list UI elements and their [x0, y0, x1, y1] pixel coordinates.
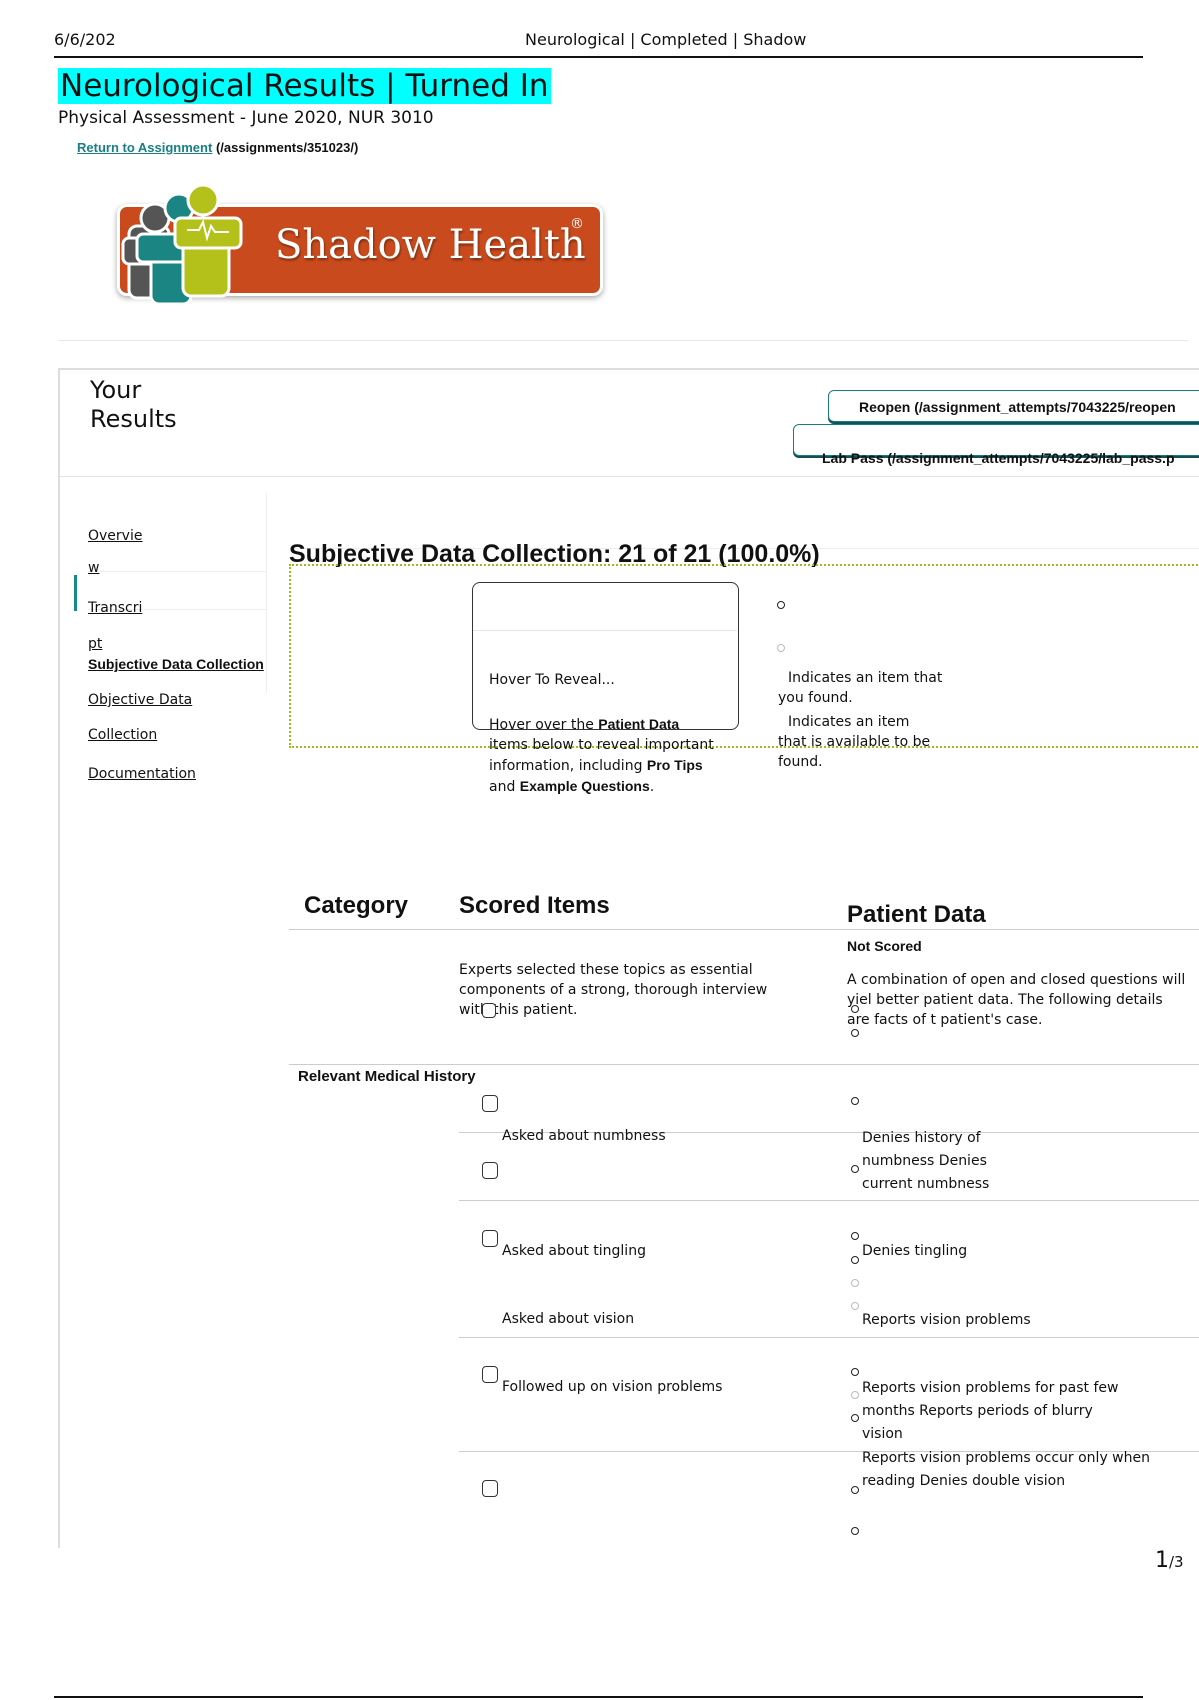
- logo-text: Shadow Health: [275, 222, 586, 268]
- hover-info-box: [472, 582, 739, 730]
- not-scored-label: Not Scored: [847, 938, 922, 954]
- scored-item: Asked about tingling: [502, 1243, 646, 1259]
- legend-found-text: Indicates an item that you found.: [778, 670, 943, 706]
- heading-line: Your: [90, 376, 142, 404]
- row-divider: [459, 1337, 1199, 1338]
- text: .: [649, 779, 655, 795]
- text-bold: Pro Tips: [646, 757, 703, 773]
- print-date: 6/6/202: [54, 30, 116, 49]
- found-item-icon: [851, 1256, 859, 1264]
- sidebar-item-documentation[interactable]: Documentation: [88, 766, 196, 782]
- text: Hover over the: [489, 717, 599, 733]
- heading-line: Results: [90, 405, 177, 433]
- patient-fact: current numbness: [862, 1176, 990, 1192]
- hover-instructions: Hover over the Patient Data items below …: [489, 714, 719, 797]
- patient-fact: Reports vision problems occur only when: [862, 1450, 1150, 1466]
- return-to-assignment-link[interactable]: Return to Assignment (/assignments/35102…: [77, 140, 358, 155]
- logo-figure-icon: [121, 183, 243, 306]
- patient-fact: numbness Denies: [862, 1153, 987, 1169]
- text: and: [489, 779, 520, 795]
- print-title: Neurological | Completed | Shadow: [525, 30, 807, 49]
- page-title: Neurological Results | Turned In: [58, 68, 551, 104]
- available-item-icon: [851, 1391, 859, 1399]
- checkbox[interactable]: [482, 1095, 498, 1112]
- found-item-icon: [777, 601, 785, 609]
- sidebar-item-objective-data-collection[interactable]: Objective Data Collection: [88, 692, 192, 743]
- column-header-category: Category: [304, 892, 409, 919]
- available-item-icon: [777, 644, 785, 652]
- page-current: 1: [1155, 1548, 1169, 1573]
- available-item-icon: [851, 1279, 859, 1287]
- patient-fact: Reports vision problems for past few: [862, 1380, 1119, 1396]
- registered-mark: ®: [570, 216, 584, 232]
- hover-box-divider: [473, 630, 737, 631]
- patient-fact: months Reports periods of blurry: [862, 1403, 1093, 1419]
- scored-intro-text: Experts selected these topics as essenti…: [459, 962, 768, 1018]
- nav-label[interactable]: w: [88, 560, 142, 576]
- return-link-path: (/assignments/351023/): [215, 140, 359, 155]
- divider: [58, 340, 1188, 341]
- card-divider: [58, 476, 1199, 477]
- checkbox[interactable]: [482, 1003, 496, 1018]
- shadow-health-logo: Shadow Health ®: [115, 182, 605, 312]
- active-indicator: [74, 575, 77, 611]
- reopen-button[interactable]: Reopen (/assignment_attempts/7043225/reo…: [828, 390, 1199, 422]
- row-divider: [289, 1064, 1199, 1065]
- patient-data: Denies tingling: [862, 1243, 968, 1259]
- found-item-icon: [851, 1097, 859, 1105]
- found-item-icon: [851, 1165, 859, 1173]
- found-item-icon: [851, 1368, 859, 1376]
- nav-label[interactable]: Transcri: [88, 600, 142, 616]
- footer-divider: [54, 1696, 1143, 1698]
- sidebar-item-overview[interactable]: Overvie w: [88, 528, 142, 576]
- your-results-heading: Your Results: [90, 376, 177, 434]
- found-item-icon: [851, 1029, 859, 1037]
- patient-data: Reports vision problems for past few mon…: [862, 1377, 1192, 1446]
- page-number: 1/3: [1155, 1548, 1184, 1573]
- checkbox[interactable]: [482, 1480, 498, 1497]
- found-item-icon: [851, 1232, 859, 1240]
- checkbox[interactable]: [482, 1366, 498, 1383]
- patient-fact: Denies history of: [862, 1130, 981, 1146]
- checkbox[interactable]: [482, 1162, 498, 1179]
- scored-item: Asked about vision: [502, 1311, 635, 1327]
- patient-fact: vision: [862, 1426, 903, 1442]
- scored-item: Followed up on vision problems: [502, 1379, 723, 1395]
- patient-data: Reports vision problems: [862, 1312, 1031, 1328]
- found-item-icon: [851, 1486, 859, 1494]
- nav-label[interactable]: pt: [88, 636, 142, 652]
- found-item-icon: [851, 1414, 859, 1422]
- patient-data: Denies history of numbness Denies curren…: [862, 1127, 1192, 1196]
- header-divider: [54, 56, 1143, 58]
- sidebar-item-subjective-data-collection[interactable]: Subjective Data Collection: [88, 656, 264, 672]
- column-header-scored-items: Scored Items: [459, 892, 610, 919]
- sidebar-item-transcript[interactable]: Transcri pt: [88, 600, 142, 652]
- return-link-label[interactable]: Return to Assignment: [77, 140, 212, 155]
- page-subtitle: Physical Assessment - June 2020, NUR 301…: [58, 108, 434, 128]
- row-divider: [459, 1200, 1199, 1201]
- found-item-icon: [851, 1527, 859, 1535]
- column-header-patient-data: Patient Data: [847, 901, 986, 928]
- sidebar-divider: [266, 493, 267, 693]
- found-item-icon: [851, 1005, 859, 1013]
- scored-item: Asked about numbness: [502, 1128, 666, 1144]
- nav-label[interactable]: Overvie: [88, 528, 142, 544]
- hover-title: Hover To Reveal...: [489, 672, 615, 688]
- text-bold: Example Questions: [519, 778, 650, 794]
- nav-label[interactable]: Collection: [88, 727, 192, 743]
- text-bold: Patient Data: [598, 716, 680, 732]
- category-label: Relevant Medical History: [298, 1068, 476, 1085]
- patient-data: Reports vision problems occur only when …: [862, 1447, 1192, 1493]
- patient-intro-text: A combination of open and closed questio…: [847, 972, 1186, 1028]
- lab-pass-label[interactable]: Lab Pass (/assignment_attempts/7043225/l…: [822, 450, 1175, 466]
- available-item-icon: [851, 1302, 859, 1310]
- page-total: /3: [1169, 1553, 1184, 1571]
- info-panel: [289, 564, 1199, 748]
- nav-label[interactable]: Objective Data: [88, 692, 192, 708]
- header-rule: [289, 929, 1199, 930]
- checkbox[interactable]: [482, 1230, 498, 1247]
- patient-fact: reading Denies double vision: [862, 1473, 1066, 1489]
- legend-available-text: Indicates an item that is available to b…: [778, 714, 931, 770]
